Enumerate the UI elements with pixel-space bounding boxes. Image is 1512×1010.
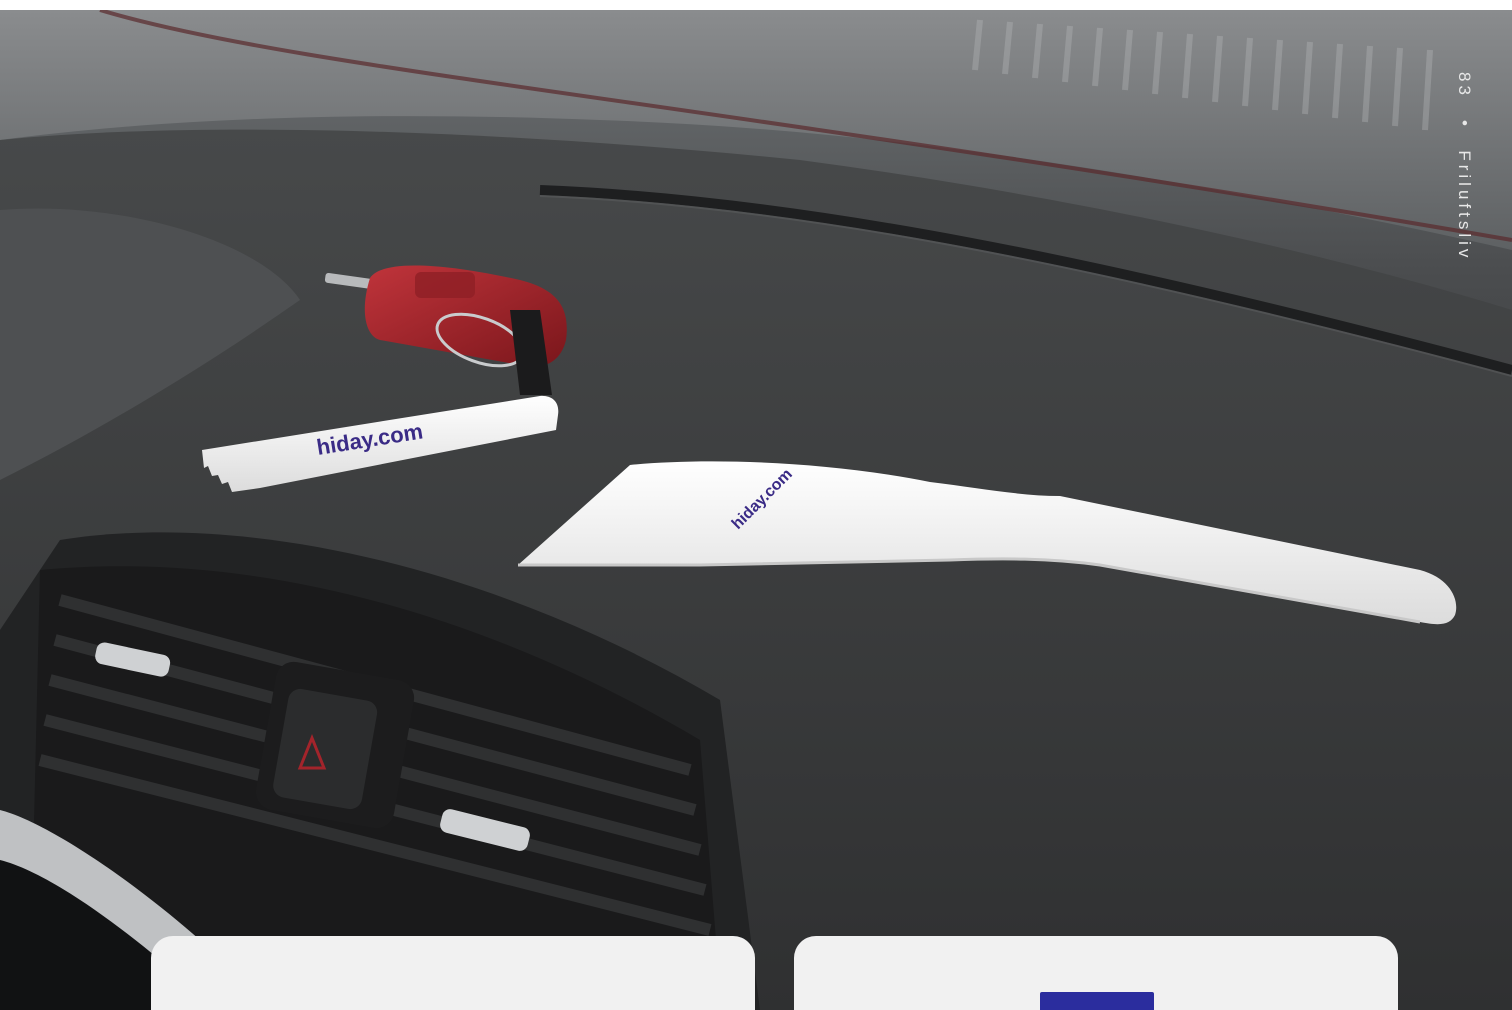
product-thumbnail	[1040, 992, 1154, 1010]
dashboard-scene: hiday.com hiday.com	[0, 10, 1512, 1010]
page-section-label: 83 • Friluftsliv	[1454, 72, 1474, 261]
product-card-right[interactable]	[794, 936, 1398, 1010]
page-number: 83	[1455, 72, 1474, 99]
product-photo: hiday.com hiday.com 83 • Friluftsliv	[0, 10, 1512, 1010]
product-card-left[interactable]	[151, 936, 755, 1010]
catalog-page: hiday.com hiday.com 83 • Friluftsliv	[0, 0, 1512, 1010]
section-name: Friluftsliv	[1455, 150, 1474, 262]
label-separator: •	[1455, 119, 1474, 130]
